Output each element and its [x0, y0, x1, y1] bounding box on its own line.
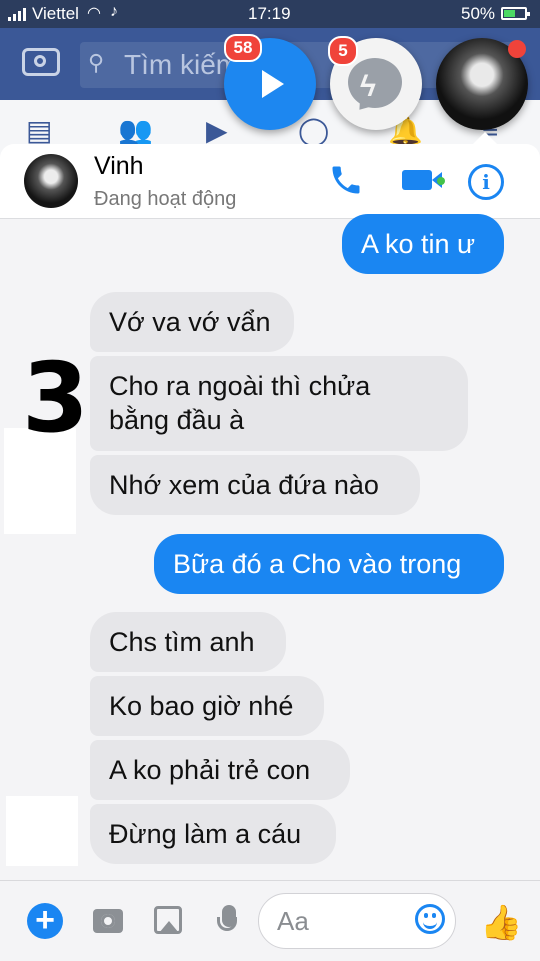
camera-icon[interactable]	[93, 909, 123, 933]
message-received[interactable]: Ko bao giờ nhé	[90, 676, 324, 736]
search-placeholder: Tìm kiếm	[124, 49, 240, 80]
online-indicator	[437, 177, 445, 185]
message-received[interactable]: A ko phải trẻ con	[90, 740, 350, 800]
chat-header: Vinh Đang hoạt động i	[0, 144, 540, 219]
contact-name[interactable]: Vinh	[94, 152, 144, 181]
wifi-icon: ◠	[87, 5, 101, 22]
play-icon	[262, 70, 284, 98]
message-sent[interactable]: Bữa đó a Cho vào trong	[154, 534, 504, 594]
battery-icon	[501, 7, 530, 20]
video-call-icon[interactable]	[402, 170, 442, 190]
friends-icon[interactable]: 👥	[118, 114, 153, 146]
message-received[interactable]: Chs tìm anh	[90, 612, 286, 672]
plus-icon[interactable]: +	[27, 903, 63, 939]
contact-badge	[508, 40, 526, 58]
emoji-icon[interactable]	[415, 904, 445, 934]
message-line: Cho ra ngoài thì chửa	[109, 371, 371, 401]
messenger-bolt-icon: ϟ	[360, 70, 376, 103]
phone-call-icon[interactable]	[328, 162, 364, 198]
search-icon: ⚲	[88, 50, 105, 75]
contact-status: Đang hoạt động	[94, 188, 237, 210]
thumbs-up-icon[interactable]: 👍	[480, 903, 522, 943]
video-badge: 58	[224, 34, 262, 62]
carrier-name: Viettel	[32, 4, 79, 23]
overlay-number: 3	[22, 342, 89, 454]
profile-icon[interactable]: ◯	[298, 114, 332, 146]
camera-icon[interactable]	[22, 48, 60, 76]
news-feed-icon[interactable]: ▤	[26, 114, 60, 146]
signal-icon	[8, 8, 26, 21]
message-sent[interactable]: A ko tin ư	[342, 214, 504, 274]
message-received[interactable]: Vớ va vớ vẩn	[90, 292, 294, 352]
tiktok-icon: ♪	[110, 3, 118, 20]
message-received[interactable]: Nhớ xem của đứa nào	[90, 455, 420, 515]
info-icon[interactable]: i	[468, 164, 504, 200]
clock: 17:19	[248, 4, 291, 23]
messenger-badge: 5	[328, 36, 358, 66]
watch-icon[interactable]: ▶	[206, 114, 240, 146]
avatar[interactable]	[24, 154, 78, 208]
message-placeholder: Aa	[277, 906, 309, 936]
message-input[interactable]: Aa	[258, 893, 456, 949]
redaction-box	[6, 796, 78, 866]
message-received[interactable]: Đừng làm a cáu	[90, 804, 336, 864]
message-line: bằng đầu à	[109, 405, 245, 435]
battery-percent: 50%	[461, 4, 496, 23]
microphone-icon[interactable]	[217, 905, 237, 931]
gallery-icon[interactable]	[154, 906, 182, 934]
message-received[interactable]: Cho ra ngoài thì chửa bằng đầu à	[90, 356, 468, 451]
composer-bar: + Aa 👍	[0, 880, 540, 961]
status-bar: Viettel ◠ ♪ 17:19 50%	[0, 0, 540, 28]
